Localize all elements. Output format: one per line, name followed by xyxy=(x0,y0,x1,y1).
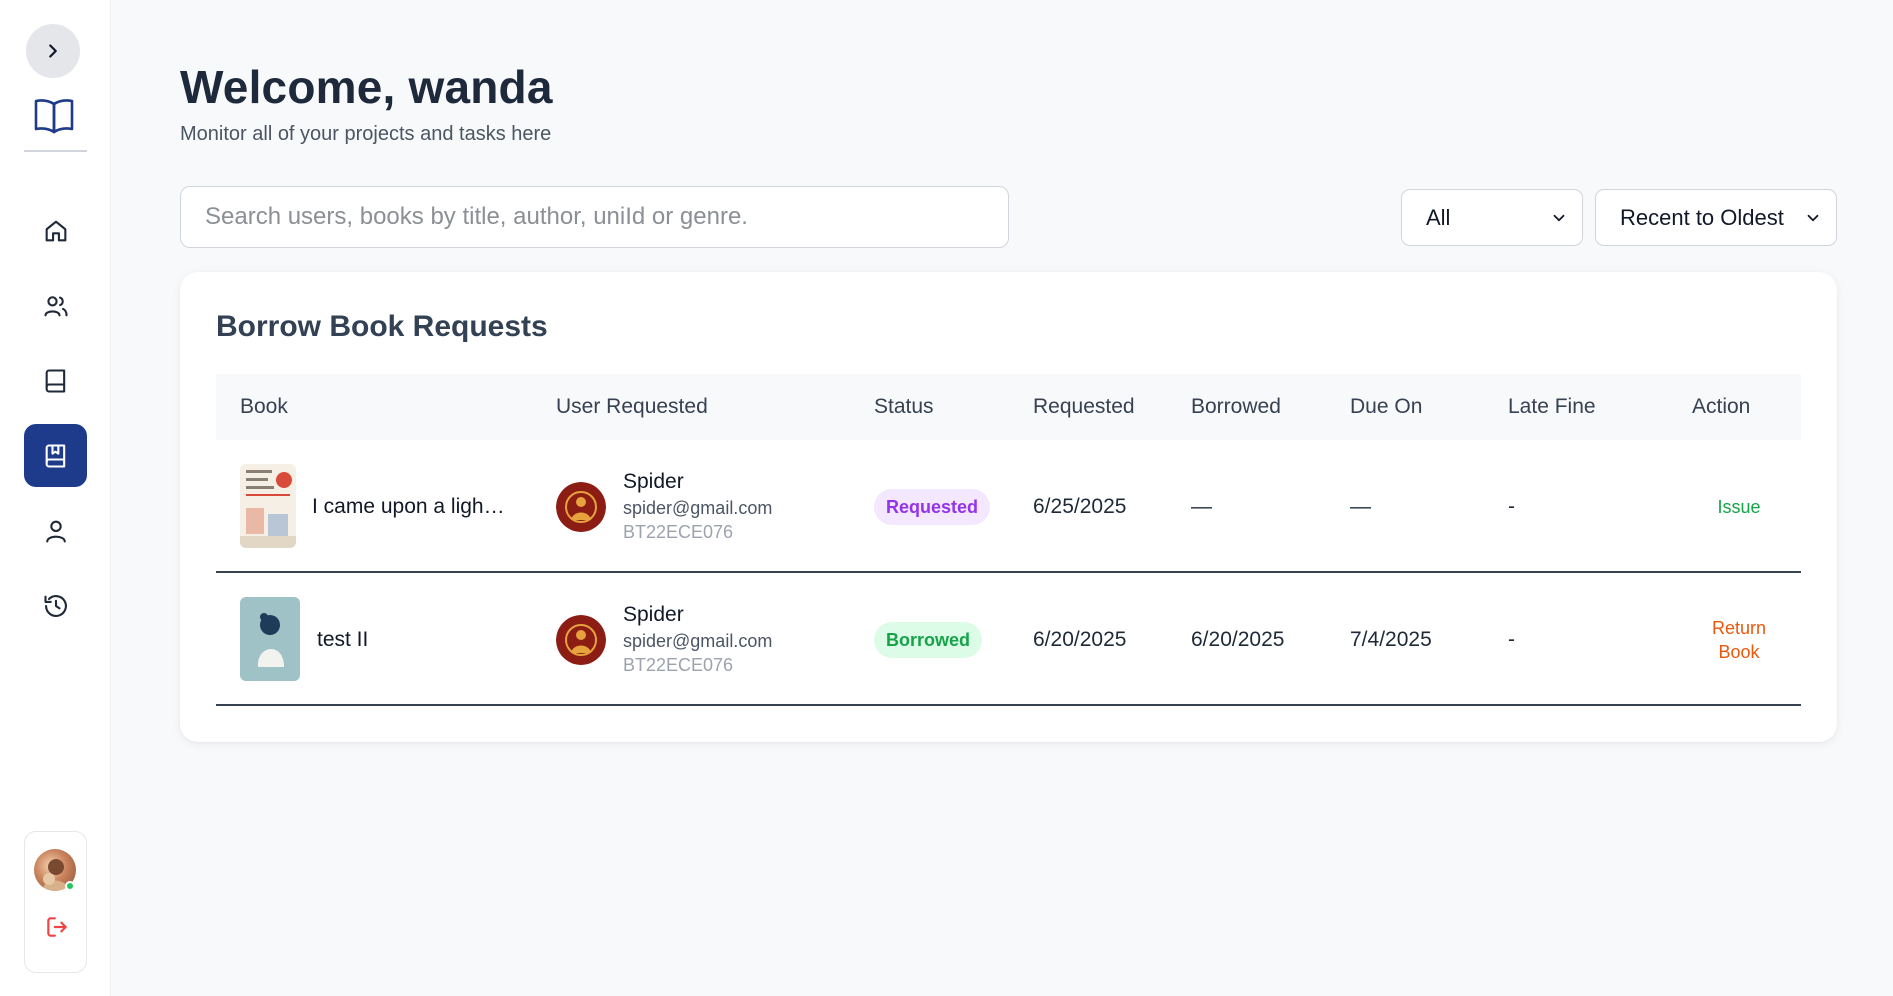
sidebar xyxy=(0,0,111,996)
status-filter-value: All xyxy=(1426,204,1451,230)
sidebar-item-home[interactable] xyxy=(24,199,87,262)
home-icon xyxy=(45,220,66,241)
user-avatar-image xyxy=(556,482,606,532)
requested-date: 6/25/2025 xyxy=(1033,494,1127,518)
requested-date: 6/20/2025 xyxy=(1033,627,1127,651)
user-id: BT22ECE076 xyxy=(623,655,734,675)
table-row: I came upon a ligh… Spider spider@gmail.… xyxy=(216,440,1801,573)
issue-button[interactable]: Issue xyxy=(1679,440,1799,573)
user-avatar xyxy=(556,615,606,665)
sidebar-item-borrow-requests[interactable] xyxy=(24,424,87,487)
chevron-down-icon xyxy=(1553,214,1565,221)
return-book-button[interactable]: Return Book xyxy=(1694,573,1784,706)
page-subtitle: Monitor all of your projects and tasks h… xyxy=(180,123,552,145)
logout-button[interactable] xyxy=(42,912,72,942)
open-book-icon xyxy=(34,99,74,134)
column-header-user: User Requested xyxy=(556,395,708,418)
column-header-requested: Requested xyxy=(1033,395,1135,418)
column-header-status: Status xyxy=(874,395,934,418)
online-status-indicator xyxy=(65,881,75,891)
sort-order-select[interactable]: Recent to Oldest xyxy=(1595,189,1837,246)
sort-order-value: Recent to Oldest xyxy=(1620,204,1784,230)
column-header-book: Book xyxy=(240,395,288,418)
user-id: BT22ECE076 xyxy=(623,522,734,542)
user-avatar xyxy=(556,482,606,532)
borrowed-date: — xyxy=(1191,494,1212,518)
status-filter-select[interactable]: All xyxy=(1401,189,1583,246)
due-date: 7/4/2025 xyxy=(1350,627,1432,651)
sidebar-item-users[interactable] xyxy=(24,274,87,337)
app-logo xyxy=(32,96,76,136)
late-fine: - xyxy=(1508,627,1515,651)
logout-icon xyxy=(47,917,67,937)
chevron-down-icon xyxy=(1807,214,1819,221)
logo-divider xyxy=(24,150,87,152)
column-header-late-fine: Late Fine xyxy=(1508,395,1596,418)
user-avatar-image xyxy=(556,615,606,665)
user-name: Spider xyxy=(623,470,684,493)
book-title: test II xyxy=(317,627,369,651)
column-header-borrowed: Borrowed xyxy=(1191,395,1281,418)
user-email: spider@gmail.com xyxy=(623,498,773,518)
sidebar-item-history[interactable] xyxy=(24,574,87,637)
column-header-action: Action xyxy=(1692,395,1751,418)
book-cover-image xyxy=(240,464,296,548)
book-cover-image xyxy=(240,597,300,681)
status-badge: Requested xyxy=(874,489,991,525)
sidebar-item-account[interactable] xyxy=(24,499,87,562)
user-panel xyxy=(24,831,87,973)
book-icon xyxy=(45,368,65,393)
user-icon xyxy=(45,520,66,543)
sidebar-toggle-button[interactable] xyxy=(26,24,80,78)
borrow-requests-card: Borrow Book Requests Book User Requested… xyxy=(180,272,1837,742)
due-date: — xyxy=(1350,494,1371,518)
table-header: Book User Requested Status Requested Bor… xyxy=(216,374,1801,440)
borrowed-date: 6/20/2025 xyxy=(1191,627,1285,651)
late-fine: - xyxy=(1508,494,1515,518)
user-email: spider@gmail.com xyxy=(623,631,773,651)
user-name: Spider xyxy=(623,603,684,626)
status-badge: Borrowed xyxy=(874,622,983,658)
book-bookmark-icon xyxy=(45,443,65,468)
sidebar-item-books[interactable] xyxy=(24,349,87,412)
card-title: Borrow Book Requests xyxy=(216,310,548,343)
chevron-right-icon xyxy=(49,44,57,58)
column-header-due-on: Due On xyxy=(1350,395,1423,418)
book-title: I came upon a ligh… xyxy=(312,494,505,518)
history-icon xyxy=(43,594,67,617)
page-title: Welcome, wanda xyxy=(180,61,553,113)
book-cover xyxy=(240,597,300,681)
users-icon xyxy=(43,295,68,316)
book-cover xyxy=(240,464,296,548)
table-row: test II Spider spider@gmail.com BT22ECE0… xyxy=(216,573,1801,706)
search-input[interactable] xyxy=(180,186,1009,248)
